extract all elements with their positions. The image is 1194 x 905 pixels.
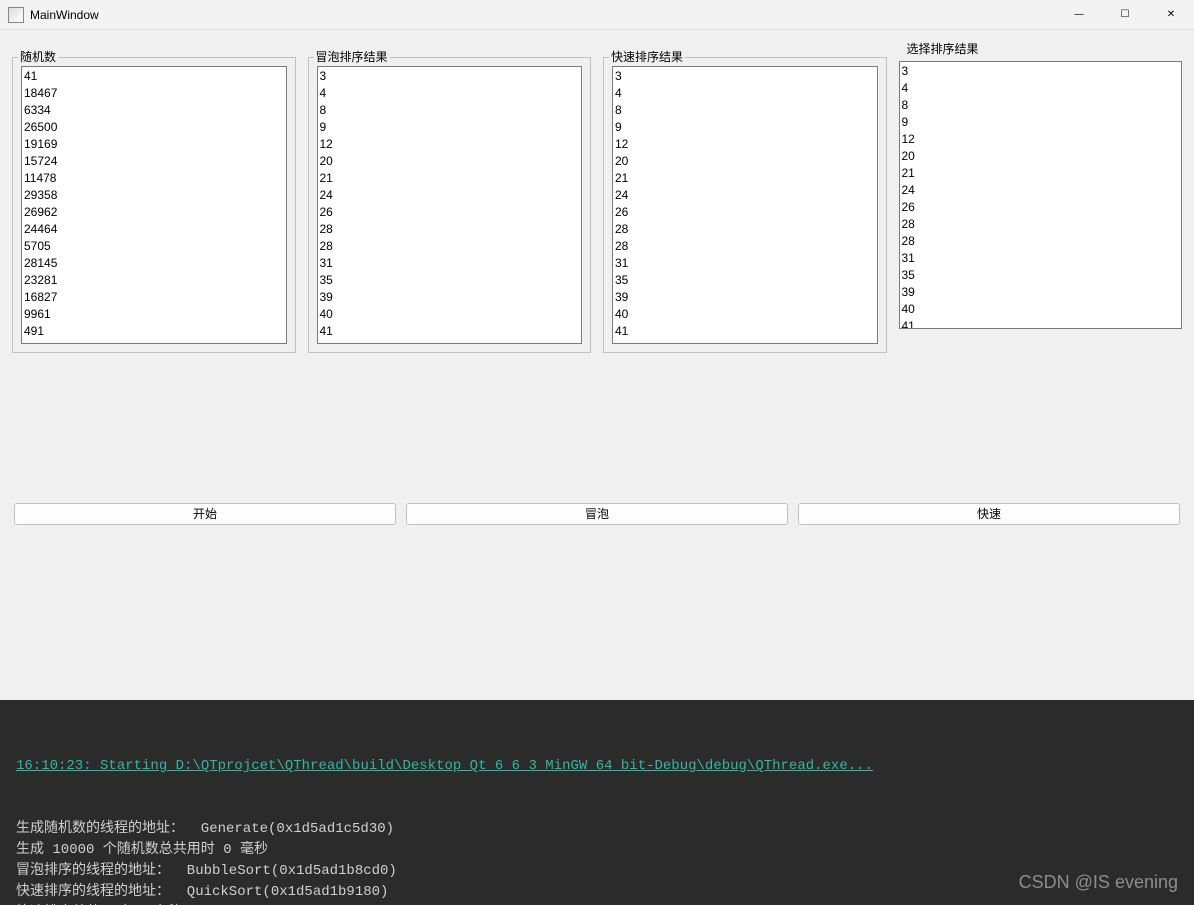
list-item[interactable]: 28 bbox=[902, 216, 1180, 233]
list-item[interactable]: 35 bbox=[902, 267, 1180, 284]
quick-button[interactable]: 快速 bbox=[798, 503, 1180, 525]
console-output[interactable]: 16:10:23: Starting D:\QTprojcet\QThread\… bbox=[0, 700, 1194, 905]
list-item[interactable]: 28145 bbox=[24, 255, 284, 272]
list-item[interactable]: 3 bbox=[615, 68, 875, 85]
group-select-label: 选择排序结果 bbox=[905, 40, 1183, 57]
groups-row: 随机数 411846763342650019169157241147829358… bbox=[12, 40, 1182, 353]
group-random: 随机数 411846763342650019169157241147829358… bbox=[12, 40, 296, 353]
list-item[interactable]: 41 bbox=[615, 323, 875, 340]
list-item[interactable]: 21 bbox=[320, 170, 580, 187]
start-button[interactable]: 开始 bbox=[14, 503, 396, 525]
list-item[interactable]: 29358 bbox=[24, 187, 284, 204]
list-item[interactable]: 23281 bbox=[24, 272, 284, 289]
group-random-frame: 4118467633426500191691572411478293582696… bbox=[12, 57, 296, 353]
quick-listbox[interactable]: 3489122021242628283135394041 bbox=[612, 66, 878, 344]
list-item[interactable]: 9 bbox=[615, 119, 875, 136]
list-item[interactable]: 35 bbox=[615, 272, 875, 289]
titlebar: MainWindow — ☐ ✕ bbox=[0, 0, 1194, 30]
list-item[interactable]: 19169 bbox=[24, 136, 284, 153]
list-item[interactable]: 4 bbox=[320, 85, 580, 102]
list-item[interactable]: 8 bbox=[902, 97, 1180, 114]
close-button[interactable]: ✕ bbox=[1148, 0, 1194, 30]
list-item[interactable]: 26 bbox=[902, 199, 1180, 216]
list-item[interactable]: 26 bbox=[320, 204, 580, 221]
list-item[interactable]: 21 bbox=[902, 165, 1180, 182]
buttons-row: 开始 冒泡 快速 bbox=[12, 503, 1182, 525]
list-item[interactable]: 26500 bbox=[24, 119, 284, 136]
console-lines: 生成随机数的线程的地址： Generate(0x1d5ad1c5d30) 生成 … bbox=[16, 819, 1178, 905]
list-item[interactable]: 40 bbox=[902, 301, 1180, 318]
list-item[interactable]: 20 bbox=[902, 148, 1180, 165]
list-item[interactable]: 21 bbox=[615, 170, 875, 187]
list-item[interactable]: 20 bbox=[320, 153, 580, 170]
list-item[interactable]: 24464 bbox=[24, 221, 284, 238]
list-item[interactable]: 20 bbox=[615, 153, 875, 170]
list-item[interactable]: 28 bbox=[320, 221, 580, 238]
group-select-frame: 3489122021242628283135394041 bbox=[899, 61, 1183, 329]
list-item[interactable]: 28 bbox=[615, 238, 875, 255]
group-quick: 快速排序结果 3489122021242628283135394041 bbox=[603, 40, 887, 353]
list-item[interactable]: 26962 bbox=[24, 204, 284, 221]
list-item[interactable]: 6334 bbox=[24, 102, 284, 119]
window-title: MainWindow bbox=[30, 8, 1056, 22]
app-icon bbox=[8, 7, 24, 23]
main-content: 随机数 411846763342650019169157241147829358… bbox=[0, 30, 1194, 700]
list-item[interactable]: 39 bbox=[902, 284, 1180, 301]
list-item[interactable]: 41 bbox=[902, 318, 1180, 329]
list-item[interactable]: 31 bbox=[320, 255, 580, 272]
select-listbox[interactable]: 3489122021242628283135394041 bbox=[899, 61, 1183, 329]
list-item[interactable]: 31 bbox=[902, 250, 1180, 267]
list-item[interactable]: 9 bbox=[902, 114, 1180, 131]
list-item[interactable]: 12 bbox=[320, 136, 580, 153]
group-select: 选择排序结果 3489122021242628283135394041 bbox=[899, 40, 1183, 353]
list-item[interactable]: 41 bbox=[24, 68, 284, 85]
list-item[interactable]: 26 bbox=[615, 204, 875, 221]
group-random-label: 随机数 bbox=[18, 48, 58, 65]
console-start-line: 16:10:23: Starting D:\QTprojcet\QThread\… bbox=[16, 756, 1178, 777]
list-item[interactable]: 39 bbox=[615, 289, 875, 306]
list-item[interactable]: 9961 bbox=[24, 306, 284, 323]
random-listbox[interactable]: 4118467633426500191691572411478293582696… bbox=[21, 66, 287, 344]
list-item[interactable]: 4 bbox=[902, 80, 1180, 97]
list-item[interactable]: 12 bbox=[902, 131, 1180, 148]
list-item[interactable]: 15724 bbox=[24, 153, 284, 170]
list-item[interactable]: 39 bbox=[320, 289, 580, 306]
list-item[interactable]: 24 bbox=[902, 182, 1180, 199]
group-bubble-frame: 3489122021242628283135394041 bbox=[308, 57, 592, 353]
list-item[interactable]: 8 bbox=[320, 102, 580, 119]
bubble-button[interactable]: 冒泡 bbox=[406, 503, 788, 525]
list-item[interactable]: 24 bbox=[320, 187, 580, 204]
list-item[interactable]: 35 bbox=[320, 272, 580, 289]
list-item[interactable]: 4 bbox=[615, 85, 875, 102]
list-item[interactable]: 9 bbox=[320, 119, 580, 136]
list-item[interactable]: 16827 bbox=[24, 289, 284, 306]
group-bubble-label: 冒泡排序结果 bbox=[314, 48, 390, 65]
maximize-button[interactable]: ☐ bbox=[1102, 0, 1148, 30]
list-item[interactable]: 11478 bbox=[24, 170, 284, 187]
bubble-listbox[interactable]: 3489122021242628283135394041 bbox=[317, 66, 583, 344]
list-item[interactable]: 5705 bbox=[24, 238, 284, 255]
list-item[interactable]: 18467 bbox=[24, 85, 284, 102]
group-bubble: 冒泡排序结果 3489122021242628283135394041 bbox=[308, 40, 592, 353]
list-item[interactable]: 3 bbox=[902, 63, 1180, 80]
list-item[interactable]: 12 bbox=[615, 136, 875, 153]
list-item[interactable]: 491 bbox=[24, 323, 284, 340]
minimize-button[interactable]: — bbox=[1056, 0, 1102, 30]
list-item[interactable]: 31 bbox=[615, 255, 875, 272]
group-quick-frame: 3489122021242628283135394041 bbox=[603, 57, 887, 353]
list-item[interactable]: 8 bbox=[615, 102, 875, 119]
list-item[interactable]: 28 bbox=[615, 221, 875, 238]
group-quick-label: 快速排序结果 bbox=[609, 48, 685, 65]
list-item[interactable]: 3 bbox=[320, 68, 580, 85]
list-item[interactable]: 40 bbox=[320, 306, 580, 323]
list-item[interactable]: 28 bbox=[902, 233, 1180, 250]
list-item[interactable]: 28 bbox=[320, 238, 580, 255]
list-item[interactable]: 24 bbox=[615, 187, 875, 204]
list-item[interactable]: 41 bbox=[320, 323, 580, 340]
watermark: CSDN @IS evening bbox=[1019, 872, 1178, 893]
list-item[interactable]: 40 bbox=[615, 306, 875, 323]
